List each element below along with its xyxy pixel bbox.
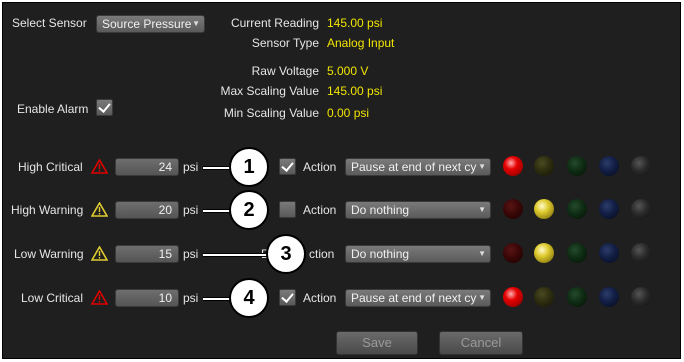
unit-label: psi bbox=[183, 247, 199, 261]
status-led-yel-off bbox=[534, 156, 554, 176]
action-dropdown-value: Pause at end of next cy bbox=[351, 160, 477, 174]
action-label: ction bbox=[309, 247, 335, 261]
enable-alarm-label: Enable Alarm bbox=[17, 102, 89, 116]
action-dropdown[interactable]: Do nothing ▼ bbox=[345, 245, 491, 263]
threshold-input[interactable]: 20 bbox=[115, 201, 179, 219]
unit-label: psi bbox=[183, 291, 199, 305]
status-led-grn-off bbox=[567, 199, 587, 219]
warning-red-icon bbox=[91, 159, 108, 174]
min-scaling-value: 0.00 psi bbox=[327, 106, 370, 120]
status-led-blu-off bbox=[599, 156, 619, 176]
alarm-row-label: High Critical bbox=[18, 160, 83, 174]
status-led-wht-off bbox=[631, 287, 651, 307]
status-led-red-on bbox=[503, 156, 523, 176]
callout-number: 4 bbox=[229, 278, 269, 318]
checkmark-icon bbox=[98, 100, 111, 113]
chevron-down-icon: ▼ bbox=[478, 205, 486, 214]
chevron-down-icon: ▼ bbox=[478, 293, 486, 302]
enable-alarm-checkbox[interactable] bbox=[96, 99, 113, 116]
raw-voltage-label: Raw Voltage bbox=[251, 64, 319, 78]
sensor-alarm-panel: Select Sensor Source Pressure ▼ Current … bbox=[2, 2, 681, 359]
chevron-down-icon: ▼ bbox=[478, 162, 486, 171]
save-button[interactable]: Save bbox=[336, 331, 418, 355]
callout-number: 3 bbox=[266, 234, 306, 274]
status-led-wht-off bbox=[631, 156, 651, 176]
min-scaling-label: Min Scaling Value bbox=[223, 106, 319, 120]
alarm-row-label: Low Critical bbox=[21, 291, 84, 305]
sensor-type-label: Sensor Type bbox=[251, 36, 319, 50]
checkmark-icon bbox=[281, 290, 294, 303]
action-dropdown-value: Pause at end of next cy bbox=[351, 291, 477, 305]
select-sensor-label: Select Sensor bbox=[12, 16, 87, 30]
threshold-input[interactable]: 15 bbox=[115, 245, 179, 263]
status-led-yel-on bbox=[534, 199, 554, 219]
action-dropdown[interactable]: Do nothing ▼ bbox=[345, 201, 491, 219]
raw-voltage-value: 5.000 V bbox=[327, 64, 369, 78]
status-led-yel-off bbox=[534, 287, 554, 307]
status-led-blu-off bbox=[599, 199, 619, 219]
status-led-wht-off bbox=[631, 243, 651, 263]
threshold-input[interactable]: 10 bbox=[115, 289, 179, 307]
max-scaling-label: Max Scaling Value bbox=[220, 84, 320, 98]
status-led-red-off bbox=[503, 199, 523, 219]
status-led-yel-on bbox=[534, 243, 554, 263]
warning-red-icon bbox=[91, 290, 108, 305]
status-led-red-on bbox=[503, 287, 523, 307]
current-reading-label: Current Reading bbox=[230, 16, 319, 30]
sensor-dropdown-value: Source Pressure bbox=[102, 17, 192, 31]
row-enable-checkbox[interactable] bbox=[279, 158, 296, 175]
cancel-button[interactable]: Cancel bbox=[439, 331, 523, 355]
status-led-red-off bbox=[503, 243, 523, 263]
unit-label: psi bbox=[183, 203, 199, 217]
checkmark-icon bbox=[281, 159, 294, 172]
callout-number: 1 bbox=[229, 147, 269, 187]
alarm-row-label: Low Warning bbox=[14, 247, 84, 261]
action-label: Action bbox=[303, 160, 337, 174]
row-enable-checkbox[interactable] bbox=[279, 201, 296, 218]
action-label: Action bbox=[303, 291, 337, 305]
status-led-grn-off bbox=[567, 243, 587, 263]
callout-number: 2 bbox=[229, 190, 269, 230]
action-dropdown-value: Do nothing bbox=[351, 247, 410, 261]
action-label: Action bbox=[303, 203, 337, 217]
warning-yellow-icon bbox=[91, 202, 108, 217]
warning-yellow-icon bbox=[91, 246, 108, 261]
alarm-row-label: High Warning bbox=[11, 203, 84, 217]
max-scaling-value: 145.00 psi bbox=[327, 84, 383, 98]
action-dropdown[interactable]: Pause at end of next cy ▼ bbox=[345, 158, 491, 176]
status-led-grn-off bbox=[567, 156, 587, 176]
row-enable-checkbox[interactable] bbox=[279, 289, 296, 306]
sensor-type-value: Analog Input bbox=[327, 36, 395, 50]
current-reading-value: 145.00 psi bbox=[327, 16, 383, 30]
action-dropdown[interactable]: Pause at end of next cy ▼ bbox=[345, 289, 491, 307]
threshold-input[interactable]: 24 bbox=[115, 158, 179, 176]
chevron-down-icon: ▼ bbox=[478, 249, 486, 258]
status-led-blu-off bbox=[599, 287, 619, 307]
status-led-wht-off bbox=[631, 199, 651, 219]
action-dropdown-value: Do nothing bbox=[351, 203, 410, 217]
status-led-grn-off bbox=[567, 287, 587, 307]
status-led-blu-off bbox=[599, 243, 619, 263]
unit-label: psi bbox=[183, 160, 199, 174]
